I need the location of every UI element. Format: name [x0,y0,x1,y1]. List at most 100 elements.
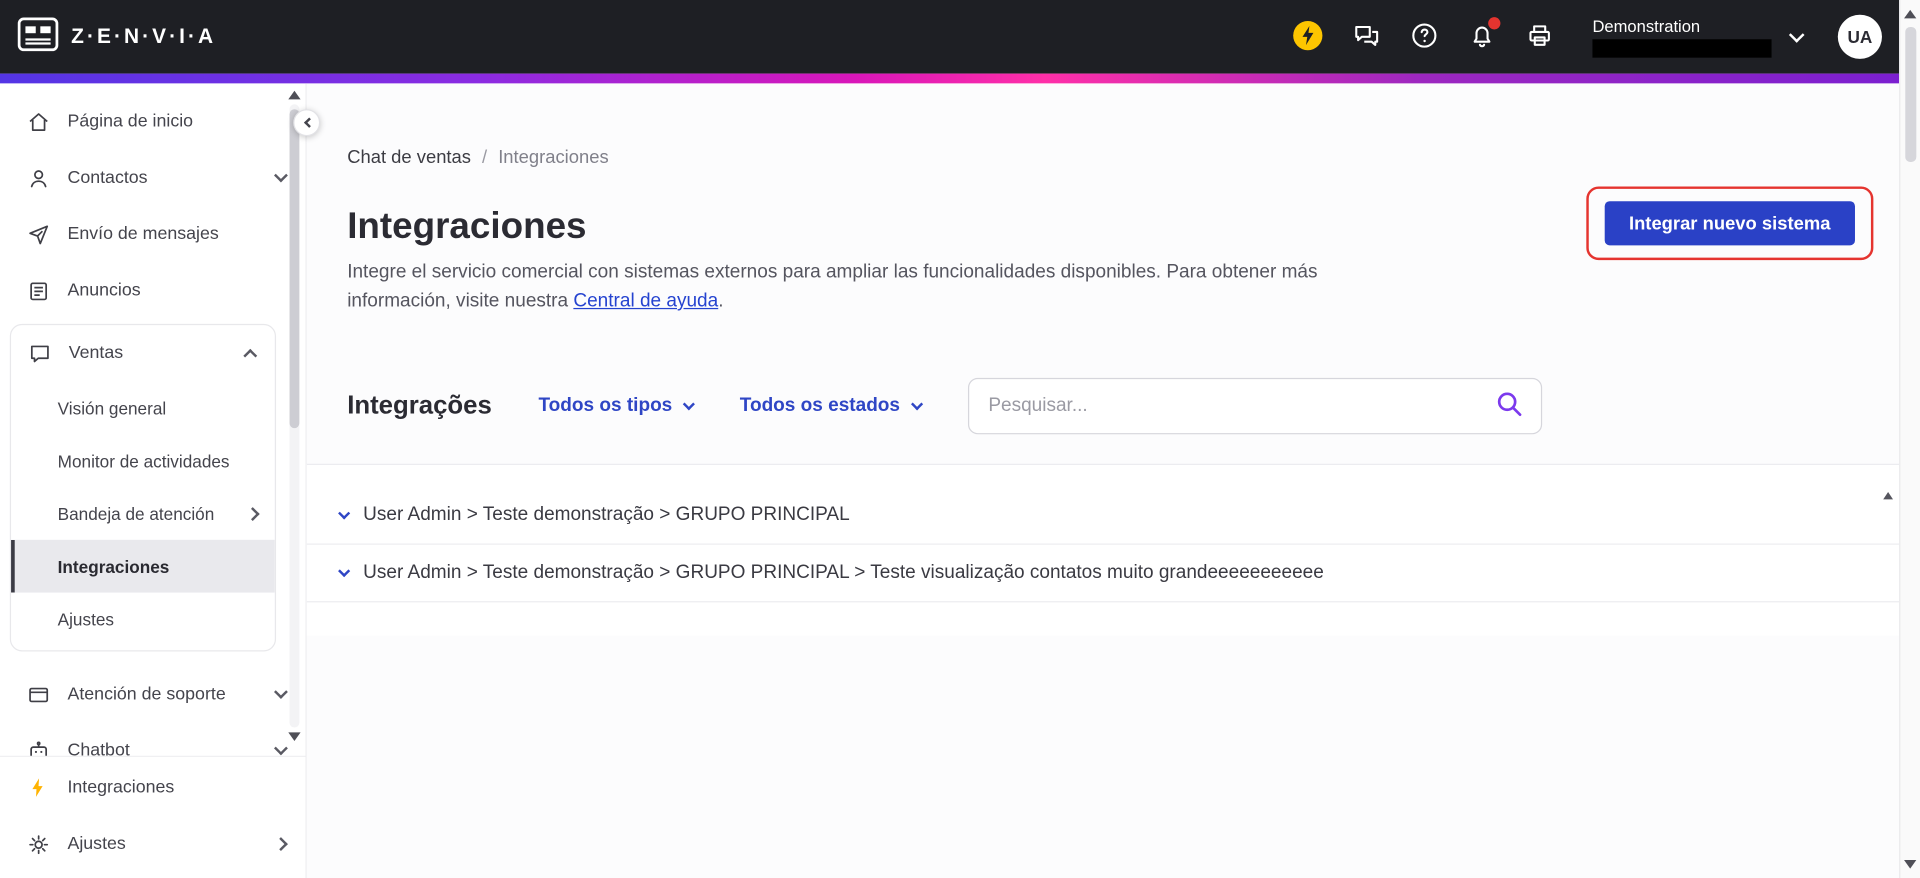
conversations-icon [1352,20,1381,53]
app-window: Z·E·N·V·I·A Demonstration UA Página de i… [0,0,1920,878]
integration-row[interactable]: User Admin > Teste demonstração > GRUPO … [306,545,1900,603]
brand[interactable]: Z·E·N·V·I·A [17,16,217,57]
sidebar-item-label: Envío de mensajes [67,224,219,245]
page-header: Integraciones Integre el servicio comerc… [347,186,1899,316]
search-box [967,377,1542,435]
chevron-up-icon [243,348,258,363]
sidebar-item-contacts[interactable]: Contactos [0,150,305,206]
status-filter-dropdown[interactable]: Todos os estados [739,395,923,417]
search-input[interactable] [988,395,1494,418]
sidebar-collapse-button[interactable] [293,109,321,137]
sidebar-item-support[interactable]: Atención de soporte [0,666,305,722]
sidebar-footer-settings[interactable]: Ajustes [0,816,305,872]
scroll-down-icon[interactable] [288,732,301,742]
sidebar-item-label: Contactos [67,168,148,188]
sidebar-subitem-label: Bandeja de atención [57,503,215,524]
print-button[interactable] [1525,20,1554,53]
type-filter-dropdown[interactable]: Todos os tipos [538,395,695,417]
help-button[interactable] [1410,20,1439,53]
contacts-icon [25,165,52,191]
avatar[interactable]: UA [1837,14,1882,59]
list-scroll-up-icon[interactable] [1883,471,1894,500]
sidebar-subitem-label: Visión general [57,398,167,418]
scrollbar-thumb[interactable] [1905,26,1917,162]
sidebar-scrollbar[interactable] [287,90,302,742]
sidebar-item-messaging[interactable]: Envío de mensajes [0,206,305,262]
help-icon [1410,20,1439,53]
description-text: Integre el servicio comercial con sistem… [347,261,1318,312]
printer-icon [1525,20,1554,53]
scroll-up-icon[interactable] [288,90,301,100]
page-title: Integraciones [347,206,587,247]
chevron-down-icon[interactable] [338,564,351,577]
flash-icon [1292,19,1324,55]
scroll-down-icon[interactable] [1904,860,1917,869]
brand-name: Z·E·N·V·I·A [71,24,217,48]
topbar: Z·E·N·V·I·A Demonstration UA [0,0,1900,74]
breadcrumb: Chat de ventas / Integraciones [347,147,1899,168]
sidebar-item-label: Chatbot [67,741,130,756]
redaction-bar [1592,38,1772,58]
sidebar-item-label: Ajustes [67,834,126,854]
brand-gradient-bar [0,73,1900,84]
chevron-left-icon [303,117,315,128]
integrate-new-system-button[interactable]: Integrar nuevo sistema [1604,201,1855,246]
sidebar-item-sales[interactable]: Ventas [11,325,275,381]
send-icon [25,221,52,247]
chevron-down-icon [274,684,288,699]
breadcrumb-parent[interactable]: Chat de ventas [347,147,471,168]
window-scrollbar[interactable] [1899,0,1920,878]
chevron-down-icon[interactable] [338,506,351,519]
chatbot-icon [25,738,52,756]
account-switcher[interactable]: Demonstration [1592,17,1805,58]
sidebar-footer-integrations[interactable]: Integraciones [0,759,305,815]
chevron-down-icon [274,741,288,756]
annotation-highlight-box: Integrar nuevo sistema [1586,186,1874,261]
sidebar-item-home[interactable]: Página de inicio [0,93,305,149]
search-icon[interactable] [1494,388,1523,424]
sidebar-item-label: Ventas [68,343,124,364]
announcements-icon [25,278,52,304]
notification-badge [1488,16,1501,29]
sales-chat-icon [26,340,53,366]
chevron-down-icon [910,397,923,410]
integration-row-label: User Admin > Teste demonstração > GRUPO … [363,561,1324,583]
chevron-right-icon [274,837,288,852]
section-title: Integrações [347,391,492,420]
support-icon [25,682,52,708]
sidebar-subitem-label: Integraciones [57,556,170,577]
sidebar-subitem-activity-monitor[interactable]: Monitor de actividades [11,434,275,487]
sidebar-subitem-label: Monitor de actividades [57,450,230,471]
flash-button[interactable] [1292,19,1324,55]
status-filter-label: Todos os estados [739,395,901,416]
sidebar-subitem-label: Ajustes [57,609,115,629]
zenvia-logo-icon [17,16,59,57]
sidebar-group-sales: Ventas Visión general Monitor de activid… [9,323,277,652]
flash-icon [25,775,52,800]
scrollbar-thumb[interactable] [289,109,300,429]
conversations-button[interactable] [1352,20,1381,53]
notifications-button[interactable] [1467,16,1501,53]
help-center-link[interactable]: Central de ayuda [573,291,718,312]
sidebar-subitem-overview[interactable]: Visión general [11,382,275,435]
sidebar-footer: Integraciones Ajustes [0,755,306,878]
breadcrumb-current: Integraciones [498,147,609,169]
sidebar-item-label: Integraciones [67,777,175,798]
integration-row[interactable]: User Admin > Teste demonstração > GRUPO … [306,487,1900,545]
sidebar-item-announcements[interactable]: Anuncios [0,263,305,319]
chevron-down-icon [274,168,288,183]
page-header-text: Integraciones Integre el servicio comerc… [347,186,1353,316]
sidebar-item-chatbot[interactable]: Chatbot [0,723,305,756]
breadcrumb-separator: / [482,147,488,169]
sidebar-subitem-integrations[interactable]: Integraciones [11,539,275,593]
sidebar-subitem-settings[interactable]: Ajustes [11,593,275,646]
sidebar: Página de inicio Contactos Envío de mens… [0,83,307,878]
filter-bar: Integrações Todos os tipos Todos os esta… [347,377,1899,435]
sidebar-item-label: Atención de soporte [67,684,226,705]
topbar-actions: Demonstration UA [1292,14,1882,59]
chevron-down-icon [1788,26,1805,43]
sidebar-subitem-inbox[interactable]: Bandeja de atención [11,487,275,540]
chevron-down-icon [682,397,695,410]
scrollbar-track[interactable] [289,104,300,728]
scroll-up-icon[interactable] [1904,9,1917,19]
